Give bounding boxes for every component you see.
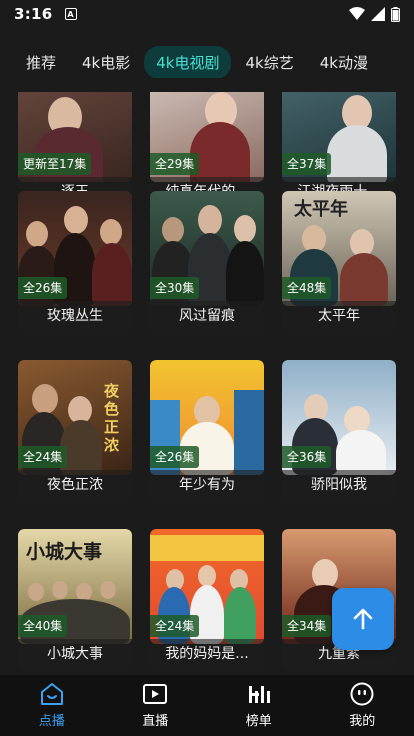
poster-title-text: 小城大事 <box>26 541 103 563</box>
chart-icon <box>246 681 272 707</box>
episode-badge: 全24集 <box>18 446 68 468</box>
card-title: 风过留痕 <box>150 301 264 331</box>
episode-badge: 全26集 <box>150 446 200 468</box>
video-card[interactable]: 全37集 江湖夜雨十... <box>282 92 396 207</box>
video-card[interactable]: 更新至17集 逐玉 <box>18 92 132 207</box>
episode-badge: 更新至17集 <box>18 153 92 175</box>
arrow-up-icon <box>353 608 373 630</box>
episode-badge: 全30集 <box>150 277 200 299</box>
video-card[interactable]: 全29集 纯真年代的... <box>150 92 264 207</box>
notification-badge: A <box>64 8 77 20</box>
card-title: 骄阳似我 <box>282 470 396 500</box>
nav-label: 直播 <box>142 714 169 729</box>
episode-badge: 全37集 <box>282 153 332 175</box>
nav-item-rankings[interactable]: 榜单 <box>207 675 311 736</box>
card-title: 夜色正浓 <box>18 470 132 500</box>
poster-title-text: 太平年 <box>294 199 348 220</box>
card-title: 年少有为 <box>150 470 264 500</box>
video-card[interactable]: 小城大事 全40集 小城大事 <box>18 529 132 669</box>
tab-4k-anime[interactable]: 4k动漫 <box>308 46 380 78</box>
signal-icon <box>371 7 385 21</box>
episode-badge: 全29集 <box>150 153 200 175</box>
episode-badge: 全48集 <box>282 277 332 299</box>
nav-item-vod[interactable]: 点播 <box>0 675 104 736</box>
tab-4k-movie[interactable]: 4k电影 <box>70 46 142 78</box>
category-tabs: 推荐 4k电影 4k电视剧 4k综艺 4k动漫 <box>0 46 414 78</box>
card-title: 玫瑰丛生 <box>18 301 132 331</box>
home-icon <box>39 681 65 707</box>
video-card[interactable]: 全26集 年少有为 <box>150 360 264 500</box>
status-bar: 3:16 A <box>0 0 414 28</box>
video-card[interactable]: 全26集 玫瑰丛生 <box>18 191 132 331</box>
tab-4k-tv[interactable]: 4k电视剧 <box>144 46 232 78</box>
tab-4k-variety[interactable]: 4k综艺 <box>233 46 305 78</box>
nav-item-profile[interactable]: 我的 <box>311 675 414 736</box>
video-card[interactable]: 全24集 我的妈妈是... <box>150 529 264 669</box>
tab-recommend[interactable]: 推荐 <box>14 46 68 78</box>
nav-label: 榜单 <box>245 714 272 729</box>
scroll-to-top-button[interactable] <box>332 588 394 650</box>
nav-label: 我的 <box>349 714 376 729</box>
video-card[interactable]: 太平年 全48集 太平年 <box>282 191 396 331</box>
episode-badge: 全40集 <box>18 615 68 637</box>
card-title: 太平年 <box>282 301 396 331</box>
profile-icon <box>349 681 375 707</box>
video-card[interactable]: 夜色正浓 全24集 夜色正浓 <box>18 360 132 500</box>
video-card[interactable]: 全36集 骄阳似我 <box>282 360 396 500</box>
nav-label: 点播 <box>38 714 65 729</box>
episode-badge: 全34集 <box>282 615 332 637</box>
bottom-nav: 点播 直播 榜单 我的 <box>0 675 414 736</box>
poster-title-text: 夜色正浓 <box>104 382 120 454</box>
card-title: 我的妈妈是... <box>150 639 264 669</box>
tv-play-icon <box>142 681 168 707</box>
card-title: 小城大事 <box>18 639 132 669</box>
wifi-icon <box>349 7 365 20</box>
battery-icon <box>391 6 400 22</box>
episode-badge: 全36集 <box>282 446 332 468</box>
video-card[interactable]: 全30集 风过留痕 <box>150 191 264 331</box>
nav-item-live[interactable]: 直播 <box>104 675 208 736</box>
status-time: 3:16 <box>14 5 53 23</box>
episode-badge: 全24集 <box>150 615 200 637</box>
episode-badge: 全26集 <box>18 277 68 299</box>
